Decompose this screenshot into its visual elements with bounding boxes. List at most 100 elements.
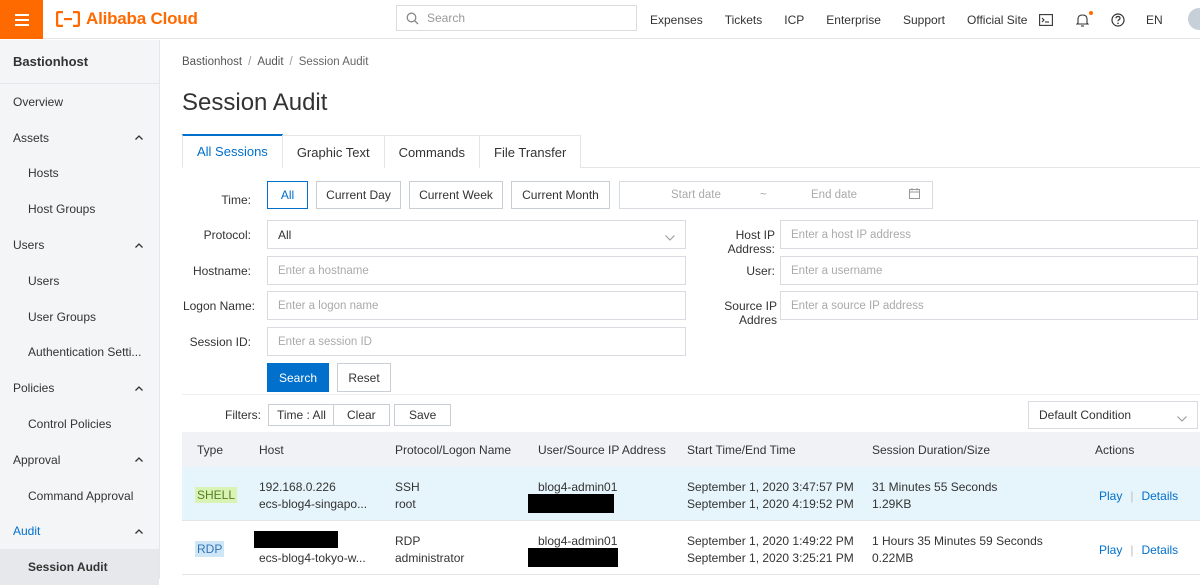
search-button[interactable]: Search xyxy=(267,363,329,392)
sidebar-item-authentication-settings[interactable]: Authentication Setti... xyxy=(0,335,159,371)
host-name-cell: ecs-blog4-singapo... xyxy=(259,497,368,511)
search-icon xyxy=(406,12,419,24)
date-range-picker[interactable]: Start date ~ End date xyxy=(619,181,933,209)
menu-icon[interactable] xyxy=(0,0,43,39)
tab-file-transfer[interactable]: File Transfer xyxy=(479,135,582,168)
time-all-button[interactable]: All xyxy=(267,181,308,209)
hostname-input[interactable] xyxy=(278,264,685,277)
source-ip-field[interactable] xyxy=(780,291,1198,320)
start-time-cell: September 1, 2020 1:49:22 PM xyxy=(687,534,854,548)
play-link[interactable]: Play xyxy=(1099,543,1122,557)
sidebar-item-command-approval[interactable]: Command Approval xyxy=(0,478,159,514)
table-row[interactable]: SHELL 192.168.0.226 ecs-blog4-singapo...… xyxy=(182,467,1200,521)
user-input[interactable] xyxy=(791,264,1197,277)
logon-name-input[interactable] xyxy=(278,299,685,312)
nav-enterprise[interactable]: Enterprise xyxy=(826,13,881,27)
sidebar-group-policies[interactable]: Policies xyxy=(0,370,159,406)
session-id-label: Session ID: xyxy=(189,335,251,349)
start-date-field[interactable]: Start date xyxy=(671,189,721,201)
host-ip-input[interactable] xyxy=(791,228,1197,241)
clear-filters-button[interactable]: Clear xyxy=(333,404,390,426)
save-filters-button[interactable]: Save xyxy=(394,404,452,426)
details-link[interactable]: Details xyxy=(1141,543,1178,557)
sidebar-group-audit[interactable]: Audit xyxy=(0,514,159,550)
type-badge-rdp: RDP xyxy=(195,541,225,557)
sidebar-item-label: Session Audit xyxy=(28,560,108,575)
session-id-input[interactable] xyxy=(278,335,685,348)
nav-official-site[interactable]: Official Site xyxy=(967,13,1027,27)
end-time-cell: September 1, 2020 4:19:52 PM xyxy=(687,497,854,511)
breadcrumb-bastionhost[interactable]: Bastionhost xyxy=(182,56,242,68)
sidebar-item-label: Policies xyxy=(13,381,55,396)
sidebar-item-control-policies[interactable]: Control Policies xyxy=(0,406,159,442)
host-ip-field[interactable] xyxy=(780,220,1198,249)
time-current-week-button[interactable]: Current Week xyxy=(409,181,503,209)
nav-icp[interactable]: ICP xyxy=(784,13,804,27)
logon-cell: administrator xyxy=(395,551,465,565)
calendar-icon[interactable] xyxy=(909,188,920,202)
language-switch[interactable]: EN xyxy=(1146,13,1163,27)
divider xyxy=(182,394,1200,395)
sidebar-item-user-groups[interactable]: User Groups xyxy=(0,299,159,335)
chevron-down-icon xyxy=(665,230,675,244)
table-row[interactable]: RDP ecs-blog4-tokyo-w... RDP administrat… xyxy=(182,521,1200,575)
sidebar-item-label: Approval xyxy=(13,452,61,467)
help-icon[interactable] xyxy=(1110,12,1126,28)
logon-name-field[interactable] xyxy=(267,291,686,320)
terminal-icon[interactable] xyxy=(1038,12,1054,28)
play-link[interactable]: Play xyxy=(1099,489,1122,503)
table-header: Type Host Protocol/Logon Name User/Sourc… xyxy=(182,432,1200,467)
breadcrumb-audit[interactable]: Audit xyxy=(257,56,283,68)
top-search-box[interactable] xyxy=(396,5,637,31)
top-nav: Expenses Tickets ICP Enterprise Support … xyxy=(650,0,1049,39)
protocol-select[interactable]: All xyxy=(267,220,686,249)
tab-commands[interactable]: Commands xyxy=(383,135,481,168)
time-current-month-button[interactable]: Current Month xyxy=(511,181,610,209)
nav-expenses[interactable]: Expenses xyxy=(650,13,703,27)
tab-bar: All Sessions Graphic Text Commands File … xyxy=(182,134,1200,168)
redacted-host-ip xyxy=(254,531,338,548)
condition-select[interactable]: Default Condition xyxy=(1028,401,1198,429)
alibaba-cloud-logo[interactable]: Alibaba Cloud xyxy=(56,8,198,30)
type-badge-shell: SHELL xyxy=(195,487,238,503)
condition-select-value: Default Condition xyxy=(1039,408,1132,422)
column-header-time: Start Time/End Time xyxy=(687,443,796,457)
end-date-field[interactable]: End date xyxy=(811,189,857,201)
sidebar-group-approval[interactable]: Approval xyxy=(0,442,159,478)
filter-chip-time[interactable]: Time : All xyxy=(268,404,335,426)
protocol-cell: RDP xyxy=(395,534,421,548)
sidebar-item-hosts[interactable]: Hosts xyxy=(0,156,159,192)
reset-button[interactable]: Reset xyxy=(337,363,391,392)
sidebar-item-label: Users xyxy=(28,273,60,288)
sidebar-item-users[interactable]: Users xyxy=(0,263,159,299)
user-cell: blog4-admin01 xyxy=(538,534,618,548)
sidebar-item-overview[interactable]: Overview xyxy=(0,84,159,120)
top-search-input[interactable] xyxy=(427,11,617,25)
source-ip-input[interactable] xyxy=(791,299,1197,312)
time-current-day-button[interactable]: Current Day xyxy=(316,181,401,209)
details-link[interactable]: Details xyxy=(1141,489,1178,503)
user-field[interactable] xyxy=(780,256,1198,285)
chevron-up-icon xyxy=(135,242,143,248)
hostname-field[interactable] xyxy=(267,256,686,285)
column-header-duration: Session Duration/Size xyxy=(872,443,991,457)
sidebar-group-users[interactable]: Users xyxy=(0,227,159,263)
protocol-select-value: All xyxy=(278,227,292,242)
tab-graphic-text[interactable]: Graphic Text xyxy=(281,135,385,168)
duration-cell: 1 Hours 35 Minutes 59 Seconds xyxy=(872,534,1043,548)
column-header-actions: Actions xyxy=(1095,443,1135,457)
logo-text: Alibaba Cloud xyxy=(86,9,198,28)
nav-support[interactable]: Support xyxy=(903,13,945,27)
sidebar-group-assets[interactable]: Assets xyxy=(0,120,159,156)
date-range-separator: ~ xyxy=(760,189,767,201)
actions-cell: Play | Details xyxy=(1099,488,1178,504)
nav-tickets[interactable]: Tickets xyxy=(725,13,763,27)
size-cell: 1.29KB xyxy=(872,497,912,511)
tab-all-sessions[interactable]: All Sessions xyxy=(182,134,283,168)
session-id-field[interactable] xyxy=(267,327,686,356)
sidebar-item-host-groups[interactable]: Host Groups xyxy=(0,191,159,227)
sidebar-item-label: Authentication Setti... xyxy=(28,345,142,360)
avatar[interactable] xyxy=(1188,8,1200,30)
bell-icon[interactable] xyxy=(1074,10,1093,28)
sidebar-item-session-audit[interactable]: Session Audit xyxy=(0,549,159,585)
